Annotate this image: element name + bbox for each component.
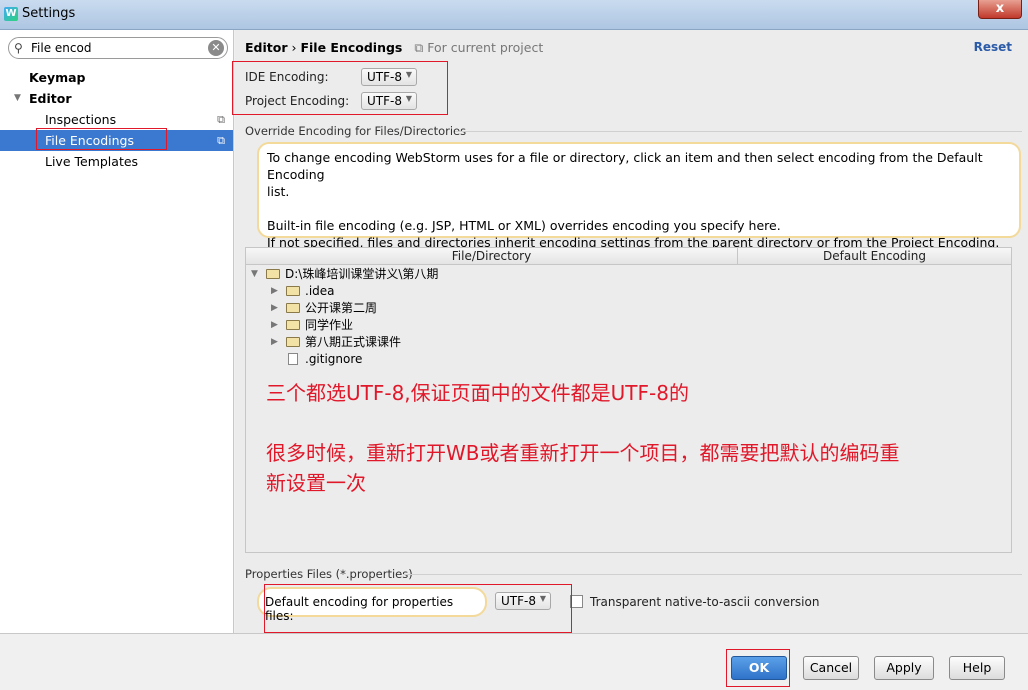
sidebar-item-live-templates[interactable]: Live Templates — [45, 151, 138, 172]
settings-search[interactable]: ⚲ ✕ — [8, 37, 228, 59]
folder-icon — [286, 320, 300, 330]
row-label: 公开课第二周 — [305, 301, 378, 315]
annotation-highlight-box — [264, 584, 572, 633]
project-settings-icon: ⧉ — [217, 113, 225, 126]
annotation-highlight-box — [36, 128, 167, 150]
project-scope-icon: ⧉ — [414, 40, 424, 55]
table-row[interactable]: ▶ .idea — [271, 283, 335, 300]
breadcrumb: Editor › File Encodings ⧉ For current pr… — [245, 40, 543, 56]
dialog-button-bar: OK Cancel Apply Help — [0, 633, 1028, 690]
annotation-text: 新设置一次 — [266, 471, 366, 495]
row-label: 同学作业 — [305, 318, 354, 332]
search-input[interactable] — [29, 40, 199, 56]
collapse-arrow-icon[interactable]: ▶ — [271, 317, 278, 334]
info-text: To change encoding WebStorm uses for a f… — [267, 150, 983, 182]
expand-arrow-icon[interactable]: ▼ — [251, 266, 258, 283]
row-label: .gitignore — [305, 352, 363, 366]
breadcrumb-current: File Encodings — [300, 40, 403, 55]
info-text: Built-in file encoding (e.g. JSP, HTML o… — [267, 218, 781, 233]
breadcrumb-separator: › — [291, 40, 297, 55]
sidebar-item-label: Keymap — [29, 70, 86, 85]
file-encodings-panel: Editor › File Encodings ⧉ For current pr… — [232, 30, 1028, 633]
folder-icon — [266, 269, 280, 279]
sidebar-item-inspections[interactable]: Inspections ⧉ — [45, 109, 233, 130]
sidebar-item-label: Editor — [29, 91, 72, 106]
folder-icon — [286, 286, 300, 296]
sidebar-item-label: Inspections — [45, 112, 117, 127]
clear-search-icon[interactable]: ✕ — [208, 40, 224, 56]
info-text: list. — [267, 184, 290, 199]
folder-icon — [286, 337, 300, 347]
breadcrumb-parent: Editor — [245, 40, 288, 55]
file-icon — [288, 353, 298, 365]
table-row-root[interactable]: ▼ D:\珠峰培训课堂讲义\第八期 — [251, 266, 439, 283]
annotation-text: 很多时候，重新打开WB或者重新打开一个项目，都需要把默认的编码重 — [266, 441, 900, 465]
cancel-button[interactable]: Cancel — [803, 656, 859, 680]
collapse-arrow-icon[interactable]: ▶ — [271, 300, 278, 317]
project-settings-icon: ⧉ — [217, 134, 225, 147]
row-label: D:\珠峰培训课堂讲义\第八期 — [285, 267, 439, 281]
table-row[interactable]: ▶ 公开课第二周 — [271, 300, 378, 317]
close-button[interactable]: x — [978, 0, 1022, 19]
table-row[interactable]: ▶ 第八期正式课课件 — [271, 334, 402, 351]
apply-button[interactable]: Apply — [874, 656, 934, 680]
table-header: File/Directory Default Encoding — [246, 248, 1011, 265]
annotation-highlight-box — [232, 61, 448, 115]
native-to-ascii-label: Transparent native-to-ascii conversion — [590, 595, 820, 609]
scope-label: For current project — [427, 40, 544, 55]
help-button[interactable]: Help — [949, 656, 1005, 680]
section-divider — [403, 574, 1022, 575]
file-encoding-table[interactable]: File/Directory Default Encoding ▼ D:\珠峰培… — [245, 247, 1012, 553]
title-bar: W Settings x — [0, 0, 1028, 30]
override-section-title: Override Encoding for Files/Directories — [245, 124, 467, 138]
table-row[interactable]: ▶ 同学作业 — [271, 317, 354, 334]
reset-link[interactable]: Reset — [974, 40, 1012, 54]
override-info-box: To change encoding WebStorm uses for a f… — [257, 142, 1021, 250]
collapse-arrow-icon[interactable]: ▶ — [271, 334, 278, 351]
row-label: .idea — [305, 284, 335, 298]
scope-note: ⧉ For current project — [414, 40, 543, 55]
annotation-highlight-box — [726, 649, 790, 687]
sidebar-item-label: Live Templates — [45, 154, 139, 169]
folder-icon — [286, 303, 300, 313]
section-divider — [455, 131, 1022, 132]
properties-section-title: Properties Files (*.properties) — [245, 567, 413, 581]
settings-sidebar: ⚲ ✕ Keymap ▼ Editor Inspections ⧉ File E… — [0, 30, 234, 633]
column-header-encoding[interactable]: Default Encoding — [738, 249, 1011, 263]
webstorm-app-icon: W — [4, 7, 18, 21]
sidebar-item-editor[interactable]: ▼ Editor — [14, 88, 72, 109]
sidebar-item-keymap[interactable]: Keymap — [29, 67, 86, 88]
expand-arrow-icon[interactable]: ▼ — [14, 88, 21, 109]
table-row[interactable]: .gitignore — [288, 351, 362, 368]
search-icon: ⚲ — [14, 41, 23, 55]
window-title: Settings — [22, 6, 76, 21]
row-label: 第八期正式课课件 — [305, 335, 402, 349]
column-header-file[interactable]: File/Directory — [246, 249, 737, 263]
annotation-text: 三个都选UTF-8,保证页面中的文件都是UTF-8的 — [266, 381, 689, 405]
collapse-arrow-icon[interactable]: ▶ — [271, 283, 278, 300]
